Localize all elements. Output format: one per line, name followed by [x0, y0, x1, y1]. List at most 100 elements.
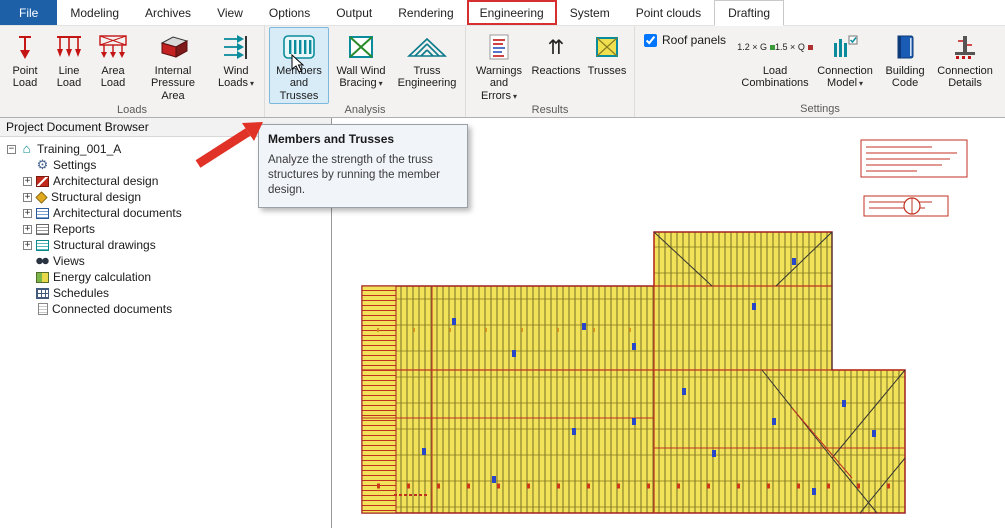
collapse-icon[interactable]: −: [7, 145, 16, 154]
tab-label: Point clouds: [636, 6, 701, 20]
tab-rendering[interactable]: Rendering: [385, 0, 466, 25]
tree-item-label: Architectural documents: [53, 206, 182, 220]
dropdown-arrow-icon: ▾: [250, 79, 254, 88]
button-label: Warnings and Errors▾: [473, 65, 525, 102]
tooltip-title: Members and Trusses: [268, 132, 458, 146]
tree-item-reports[interactable]: + Reports: [2, 221, 331, 237]
tree-item-structural-drawings[interactable]: + Structural drawings: [2, 237, 331, 253]
tab-label: Engineering: [480, 6, 544, 20]
tree-item-label: Architectural design: [53, 174, 158, 188]
tab-label: Archives: [145, 6, 191, 20]
roof-panels-checkbox[interactable]: [644, 34, 657, 47]
building-code-button[interactable]: Building Code: [879, 27, 931, 103]
wall-wind-bracing-icon: [347, 31, 375, 63]
tree-item-schedules[interactable]: Schedules: [2, 285, 331, 301]
button-label: Load Combinations: [741, 65, 808, 90]
button-label: Connection Model▾: [816, 65, 874, 90]
reports-icon: [36, 224, 49, 235]
button-label: Wind Loads▾: [215, 65, 257, 90]
warnings-and-errors-button[interactable]: Warnings and Errors▾: [470, 27, 528, 104]
tab-output[interactable]: Output: [323, 0, 385, 25]
button-label: Reactions: [532, 65, 581, 77]
line-load-button[interactable]: Line Load: [48, 27, 90, 104]
expand-icon[interactable]: +: [23, 177, 32, 186]
point-load-icon: [14, 31, 36, 63]
tree-item-label: Schedules: [53, 286, 109, 300]
tree-item-label: Structural design: [51, 190, 141, 204]
connected-documents-icon: [38, 303, 48, 315]
tab-system[interactable]: System: [557, 0, 623, 25]
button-label: Point Load: [7, 65, 43, 90]
trusses-button[interactable]: Trusses: [584, 27, 630, 104]
tab-label: File: [19, 6, 38, 20]
area-load-icon: [98, 31, 128, 63]
dropdown-arrow-icon: ▾: [379, 79, 383, 88]
tree-item-energy-calculation[interactable]: Energy calculation: [2, 269, 331, 285]
tab-file[interactable]: File: [0, 0, 57, 25]
tab-label: View: [217, 6, 243, 20]
ribbon: Point Load Line Load Area Load Internal …: [0, 26, 1005, 118]
ribbon-group-results: Warnings and Errors▾ ⇈ Reactions Trusses…: [466, 26, 635, 117]
reactions-button[interactable]: ⇈ Reactions: [530, 27, 582, 104]
connection-model-icon: [831, 31, 859, 63]
tree-item-connected-documents[interactable]: Connected documents: [2, 301, 331, 317]
tree-item-label: Energy calculation: [53, 270, 151, 284]
tree-item-views[interactable]: Views: [2, 253, 331, 269]
expand-icon[interactable]: +: [23, 193, 32, 202]
button-label: Wall Wind Bracing▾: [334, 65, 388, 90]
wind-loads-button[interactable]: Wind Loads▾: [212, 27, 260, 104]
truss-engineering-icon: [406, 31, 448, 63]
tab-label: Output: [336, 6, 372, 20]
trusses-icon: [594, 31, 620, 63]
group-label-results: Results: [466, 104, 634, 118]
load-combinations-button[interactable]: 1.2 × G 1.5 × Q Load Combinations: [739, 27, 811, 103]
expand-icon[interactable]: +: [23, 241, 32, 250]
tab-modeling[interactable]: Modeling: [57, 0, 132, 25]
architectural-design-icon: [36, 176, 49, 187]
connection-details-icon: [950, 31, 980, 63]
reactions-icon: ⇈: [548, 31, 565, 63]
schedules-icon: [36, 288, 49, 299]
tab-label: Modeling: [70, 6, 119, 20]
expand-icon[interactable]: +: [23, 225, 32, 234]
tree-item-label: Settings: [53, 158, 96, 172]
mouse-cursor-icon: [291, 54, 305, 74]
tab-archives[interactable]: Archives: [132, 0, 204, 25]
group-label-analysis: Analysis: [265, 104, 465, 118]
tree-item-label: Connected documents: [52, 302, 172, 316]
wind-loads-icon: [222, 31, 250, 63]
tab-point-clouds[interactable]: Point clouds: [623, 0, 714, 25]
energy-calculation-icon: [36, 272, 49, 283]
tab-label: Rendering: [398, 6, 453, 20]
internal-pressure-area-icon: [156, 31, 190, 63]
tooltip-body: Analyze the strength of the truss struct…: [268, 153, 458, 198]
button-label: Building Code: [882, 65, 928, 90]
structural-drawings-icon: [36, 240, 49, 251]
button-label: Connection Details: [936, 65, 994, 90]
internal-pressure-area-button[interactable]: Internal Pressure Area: [136, 27, 210, 104]
expand-icon[interactable]: +: [23, 209, 32, 218]
roof-panels-option: Roof panels: [644, 33, 726, 47]
tab-label: Drafting: [728, 6, 770, 20]
warnings-and-errors-icon: [487, 31, 511, 63]
connection-details-button[interactable]: Connection Details: [933, 27, 997, 103]
wall-wind-bracing-button[interactable]: Wall Wind Bracing▾: [331, 27, 391, 104]
views-icon: [36, 255, 49, 267]
button-label: Trusses: [588, 65, 627, 77]
point-load-button[interactable]: Point Load: [4, 27, 46, 104]
tab-engineering[interactable]: Engineering: [467, 0, 557, 25]
tree-item-label: Views: [53, 254, 85, 268]
truss-engineering-button[interactable]: Truss Engineering: [393, 27, 461, 104]
app-window: { "menu": { "tabs": ["File","Modeling","…: [0, 0, 1005, 528]
area-load-button[interactable]: Area Load: [92, 27, 134, 104]
tab-view[interactable]: View: [204, 0, 256, 25]
line-load-icon: [55, 31, 83, 63]
button-label: Area Load: [95, 65, 131, 90]
tab-drafting[interactable]: Drafting: [714, 0, 784, 26]
menu-bar: File Modeling Archives View Options Outp…: [0, 0, 1005, 26]
group-label-settings: Settings: [635, 103, 1005, 117]
tab-label: System: [570, 6, 610, 20]
connection-model-button[interactable]: Connection Model▾: [813, 27, 877, 103]
load-combinations-icon: 1.2 × G 1.5 × Q: [737, 31, 813, 63]
tab-options[interactable]: Options: [256, 0, 323, 25]
